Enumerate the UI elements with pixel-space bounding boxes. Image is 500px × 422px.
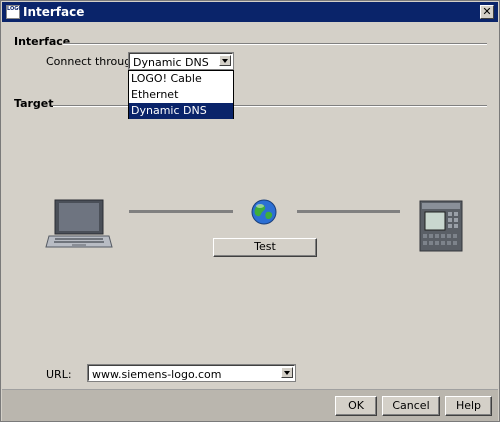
- dialog-footer: OK Cancel Help: [2, 389, 498, 421]
- connect-through-value: Dynamic DNS: [133, 56, 209, 69]
- connect-through-select[interactable]: Dynamic DNS: [128, 52, 234, 70]
- pc-connection-line: [129, 210, 233, 213]
- connect-through-dropdown: LOGO! Cable Ethernet Dynamic DNS: [128, 70, 234, 119]
- cancel-button[interactable]: Cancel: [382, 396, 440, 416]
- chevron-down-icon[interactable]: [281, 367, 293, 378]
- device-connection-line: [297, 210, 400, 213]
- url-value: www.siemens-logo.com: [92, 368, 222, 381]
- close-button[interactable]: ✕: [480, 5, 494, 19]
- target-section-title: Target: [14, 97, 54, 110]
- dropdown-option-logo-cable[interactable]: LOGO! Cable: [129, 71, 233, 87]
- interface-dialog: LOGO Interface ✕ Interface Connect throu…: [0, 0, 500, 422]
- dropdown-option-dynamic-dns[interactable]: Dynamic DNS: [129, 103, 233, 119]
- title-bar: LOGO Interface ✕: [2, 2, 498, 22]
- globe-icon: [251, 199, 277, 225]
- connect-through-label: Connect through:: [46, 55, 142, 68]
- interface-section-title: Interface: [14, 35, 71, 48]
- ok-button[interactable]: OK: [335, 396, 377, 416]
- app-icon: LOGO: [6, 5, 23, 19]
- dropdown-option-ethernet[interactable]: Ethernet: [129, 87, 233, 103]
- interface-section-divider: [63, 43, 487, 45]
- target-section-divider: [53, 105, 487, 107]
- help-button[interactable]: Help: [445, 396, 492, 416]
- test-button-label: Test: [254, 240, 276, 253]
- chevron-down-icon[interactable]: [219, 55, 231, 66]
- logo-plc-icon: [419, 200, 463, 252]
- window-title: Interface: [23, 5, 85, 19]
- cancel-button-label: Cancel: [392, 399, 430, 412]
- laptop-icon: [45, 199, 113, 248]
- test-button[interactable]: Test: [213, 238, 317, 257]
- help-button-label: Help: [455, 399, 482, 412]
- ok-button-label: OK: [348, 399, 364, 412]
- close-icon: ✕: [482, 5, 492, 18]
- url-label: URL:: [46, 368, 72, 381]
- url-select[interactable]: www.siemens-logo.com: [87, 364, 296, 382]
